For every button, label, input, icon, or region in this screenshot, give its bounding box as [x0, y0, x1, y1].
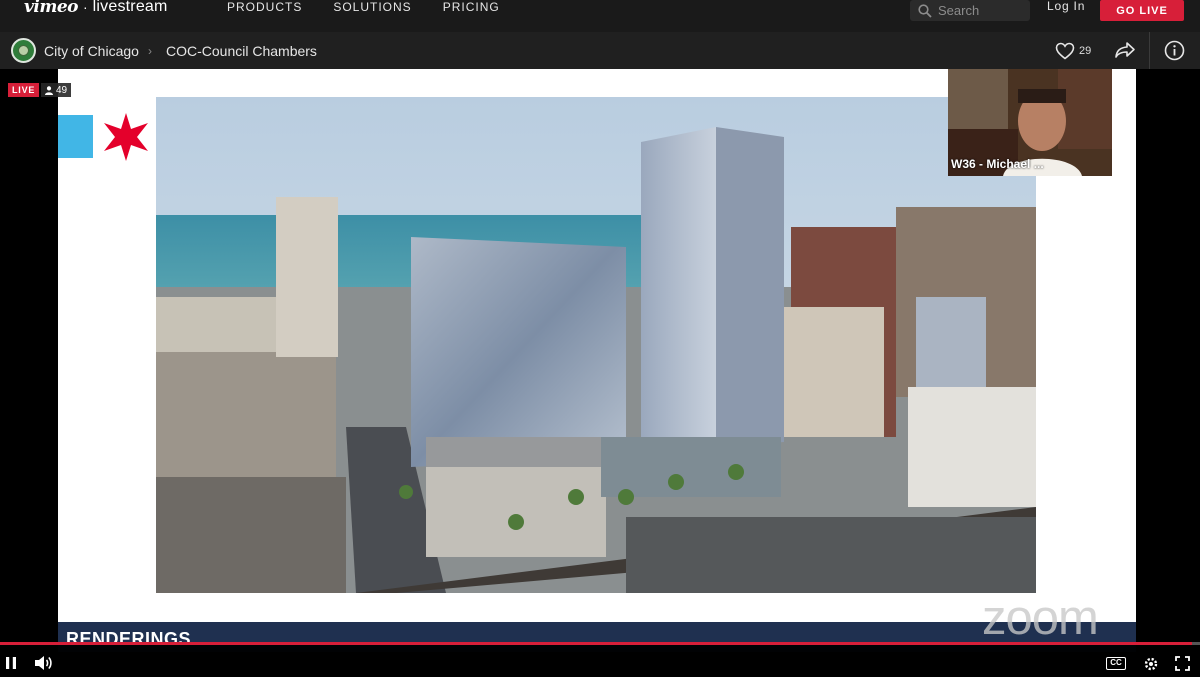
nav-products[interactable]: PRODUCTS	[227, 0, 302, 14]
like-count: 29	[1079, 45, 1092, 57]
video-player[interactable]: RENDERINGS zoom LIVE 49 W36 - Michael ..…	[0, 69, 1200, 652]
chicago-star-icon	[104, 113, 148, 161]
closed-captions-icon[interactable]: CC	[1106, 657, 1126, 670]
chevron-right-icon: ›	[148, 44, 152, 58]
settings-icon[interactable]	[1143, 656, 1159, 672]
search-icon	[918, 3, 932, 18]
divider	[1149, 32, 1150, 69]
participant-name: W36 - Michael ...	[951, 157, 1044, 171]
brand-vimeo: vimeo	[24, 0, 78, 17]
search-box[interactable]	[910, 0, 1030, 21]
nav-solutions[interactable]: SOLUTIONS	[333, 0, 411, 14]
channel-bar: City of Chicago › COC-Council Chambers 2…	[0, 32, 1200, 69]
zoom-watermark: zoom	[982, 591, 1099, 645]
speaker-video-thumbnail: W36 - Michael ...	[948, 69, 1112, 176]
volume-icon[interactable]	[35, 655, 53, 671]
architectural-rendering-image	[156, 97, 1036, 593]
heart-icon	[1055, 42, 1075, 60]
search-input[interactable]	[938, 3, 1018, 18]
live-badge: LIVE	[8, 83, 40, 97]
pause-icon[interactable]	[6, 657, 16, 669]
city-seal-avatar[interactable]	[11, 38, 36, 63]
share-button[interactable]	[1114, 41, 1136, 64]
fullscreen-icon[interactable]	[1175, 656, 1190, 671]
person-icon	[45, 85, 53, 95]
seal-emblem	[18, 45, 29, 56]
vimeo-livestream-logo[interactable]: vimeo · livestream	[24, 0, 168, 17]
share-icon	[1115, 42, 1135, 58]
chicago-flag-blue-stripe	[58, 115, 93, 158]
breadcrumb-account[interactable]: City of Chicago	[44, 43, 139, 59]
breadcrumb-event[interactable]: COC-Council Chambers	[166, 43, 317, 59]
top-navigation: vimeo · livestream PRODUCTS SOLUTIONS PR…	[0, 0, 1200, 32]
like-button[interactable]: 29	[1055, 42, 1091, 60]
brand-livestream: livestream	[92, 0, 168, 15]
viewer-count-value: 49	[56, 84, 68, 96]
go-live-button[interactable]: GO LIVE	[1100, 0, 1184, 21]
nav-pricing[interactable]: PRICING	[443, 0, 500, 14]
viewer-count: 49	[41, 83, 72, 97]
nav-links: PRODUCTS SOLUTIONS PRICING	[227, 0, 500, 14]
info-icon	[1164, 40, 1185, 61]
login-link[interactable]: Log In	[1047, 0, 1085, 12]
brand-separator: ·	[82, 0, 88, 15]
player-controls: CC	[0, 645, 1200, 677]
info-button[interactable]	[1164, 40, 1185, 66]
